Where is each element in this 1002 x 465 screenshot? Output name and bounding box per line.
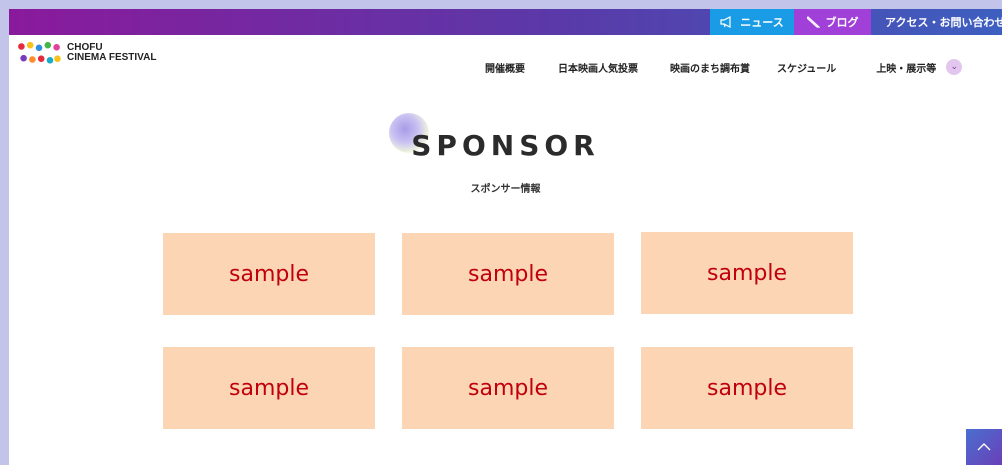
page-frame: ニュース ブログ アクセス・お問い合わせ CHOFU CINEMA FESTIV…: [9, 9, 1002, 465]
back-to-top-button[interactable]: [966, 429, 1002, 465]
megaphone-icon: [720, 16, 731, 28]
blog-label: ブログ: [825, 16, 859, 29]
sponsor-tile[interactable]: sample: [402, 233, 614, 315]
sponsor-tile[interactable]: sample: [641, 347, 853, 429]
page-title: SPONSOR: [411, 129, 600, 162]
sponsor-tile[interactable]: sample: [402, 347, 614, 429]
access-label: アクセス・お問い合わせ: [885, 16, 1002, 29]
news-label: ニュース: [740, 16, 784, 29]
sponsor-tile[interactable]: sample: [163, 347, 375, 429]
logo-text: CHOFU CINEMA FESTIVAL: [67, 43, 156, 63]
nav-item-screenings[interactable]: 上映・展示等: [876, 60, 936, 75]
chevron-up-icon: [977, 443, 991, 451]
logo-line-2: CINEMA FESTIVAL: [67, 52, 157, 63]
nav-item-overview[interactable]: 開催概要: [485, 60, 525, 75]
nav-item-chofu-award[interactable]: 映画のまち調布賞: [670, 60, 750, 75]
main-nav: 開催概要 日本映画人気投票 映画のまち調布賞 スケジュール 上映・展示等 ⌄: [485, 59, 963, 75]
nav-item-popularity-vote[interactable]: 日本映画人気投票: [558, 60, 638, 75]
page-subtitle: スポンサー情報: [470, 184, 541, 195]
sponsor-tile[interactable]: sample: [641, 232, 853, 314]
blog-link[interactable]: ブログ: [794, 9, 871, 35]
access-contact-link[interactable]: アクセス・お問い合わせ: [871, 9, 1002, 35]
chevron-down-icon[interactable]: ⌄: [946, 59, 963, 75]
top-nav: ニュース ブログ アクセス・お問い合わせ: [710, 9, 1002, 35]
logo-mark-icon: [17, 40, 61, 66]
nav-item-schedule[interactable]: スケジュール: [777, 60, 836, 75]
sponsor-tile[interactable]: sample: [163, 233, 375, 315]
site-logo[interactable]: CHOFU CINEMA FESTIVAL: [17, 40, 156, 66]
pencil-icon: [806, 16, 820, 28]
news-link[interactable]: ニュース: [710, 9, 794, 35]
